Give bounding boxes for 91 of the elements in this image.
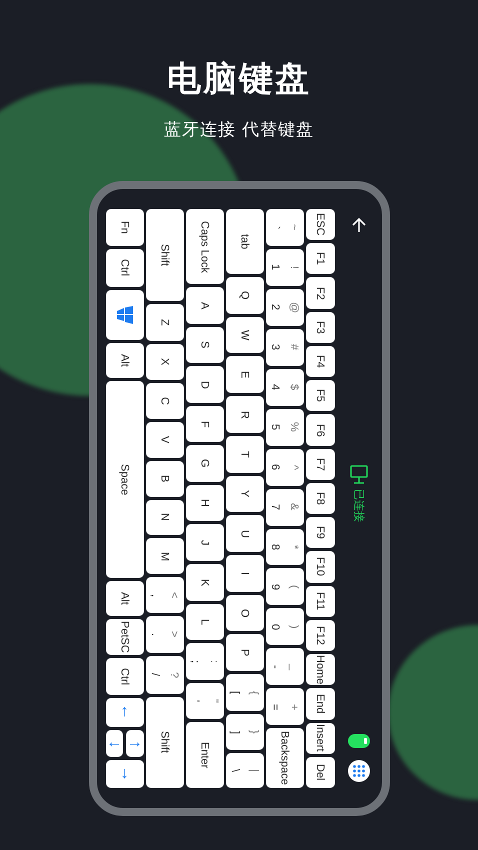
keyboard-key[interactable]: F11 <box>306 586 334 617</box>
keyboard-key[interactable]: K <box>186 564 224 601</box>
keyboard-key[interactable]: F4 <box>306 346 334 378</box>
keyboard-key[interactable]: ? / <box>146 656 184 694</box>
keyboard-key[interactable]: Shift <box>146 696 184 788</box>
keyboard-key[interactable]: Insert <box>306 722 334 754</box>
keyboard-key[interactable]: P <box>226 634 264 672</box>
keyboard-key[interactable]: Enter <box>186 722 224 788</box>
keyboard-key[interactable]: F8 <box>306 482 334 514</box>
keyboard-key[interactable]: F2 <box>306 277 334 309</box>
page-subtitle: 蓝牙连接 代替键盘 <box>164 119 314 141</box>
keyboard-key[interactable]: W <box>226 316 264 354</box>
toggle-switch[interactable] <box>348 734 370 748</box>
arrow-key[interactable]: ↓ <box>106 760 144 788</box>
keyboard-key[interactable]: F1 <box>306 243 334 274</box>
keyboard-key[interactable]: D <box>186 366 224 403</box>
keyboard-key[interactable]: ( 9 <box>266 568 304 606</box>
keyboard-key[interactable]: F10 <box>306 551 334 583</box>
windows-key[interactable] <box>106 290 144 340</box>
keyboard-key[interactable]: ! 1 <box>266 248 304 286</box>
keyboard-key[interactable]: ESC <box>306 209 334 240</box>
keyboard-key[interactable]: End <box>306 688 334 720</box>
keyboard-key[interactable]: < , <box>146 577 184 614</box>
keyboard-key[interactable]: R <box>226 396 264 433</box>
keyboard-key[interactable]: Alt <box>106 342 144 378</box>
keyboard-key[interactable]: } ] <box>226 714 264 750</box>
keyboard-key[interactable]: G <box>186 445 224 482</box>
keyboard-key[interactable]: % 5 <box>266 408 304 446</box>
keyboard-key[interactable]: Caps Lock <box>186 209 224 284</box>
keyboard-key[interactable]: Fn <box>106 209 144 246</box>
arrow-key[interactable]: ↑ <box>106 698 144 727</box>
keyboard-key[interactable]: Ctrl <box>106 249 144 287</box>
page-title: 电脑键盘 <box>167 59 311 100</box>
keyboard-key[interactable]: V <box>146 422 184 458</box>
keyboard-key[interactable]: * 8 <box>266 528 304 566</box>
keyboard-key[interactable]: A <box>186 287 224 324</box>
keyboard-key[interactable]: ) 0 <box>266 608 304 646</box>
keyboard-key[interactable]: Q <box>226 277 264 314</box>
keyboard-key[interactable]: + = <box>266 688 304 726</box>
keyboard-key[interactable]: F5 <box>306 380 334 412</box>
keyboard-key[interactable]: : ; <box>186 643 224 680</box>
keyboard-key[interactable]: F6 <box>306 414 334 446</box>
keyboard-key[interactable]: Home <box>306 654 334 686</box>
keyboard-key[interactable]: tab <box>226 209 264 274</box>
keyboard-key[interactable]: Ctrl <box>106 658 144 696</box>
keyboard-key[interactable]: > . <box>146 616 184 653</box>
monitor-icon <box>350 465 368 485</box>
windows-logo-icon <box>116 306 134 324</box>
arrow-key[interactable]: ← <box>106 730 123 757</box>
keyboard-key[interactable]: PetSC <box>106 618 144 656</box>
keyboard-key[interactable]: O <box>226 594 264 632</box>
keyboard-key[interactable]: F <box>186 406 224 442</box>
keyboard-key[interactable]: Backspace <box>266 728 304 788</box>
menu-button[interactable] <box>348 760 370 782</box>
keyboard-key[interactable]: T <box>226 436 264 473</box>
keyboard-key[interactable]: B <box>146 460 184 496</box>
keyboard-key[interactable]: Z <box>146 304 184 342</box>
keyboard-key[interactable]: E <box>226 356 264 394</box>
keyboard-key[interactable]: N <box>146 500 184 536</box>
keyboard-key[interactable]: Alt <box>106 580 144 616</box>
keyboard-key[interactable]: F7 <box>306 448 334 480</box>
keyboard-key[interactable]: $ 4 <box>266 368 304 406</box>
keyboard-key[interactable]: ~ ` <box>266 209 304 246</box>
keyboard-key[interactable]: @ 2 <box>266 288 304 326</box>
keyboard-key[interactable]: # 3 <box>266 328 304 366</box>
keyboard-key[interactable]: F3 <box>306 312 334 343</box>
keyboard-key[interactable]: F9 <box>306 517 334 548</box>
keyboard-key[interactable]: & 7 <box>266 488 304 526</box>
keyboard-key[interactable]: ^ 6 <box>266 448 304 486</box>
keyboard-key[interactable]: { [ <box>226 674 264 711</box>
keyboard-key[interactable]: H <box>186 484 224 522</box>
keyboard-key[interactable]: " ' <box>186 682 224 720</box>
keyboard-key[interactable]: S <box>186 326 224 364</box>
keyboard-key[interactable]: U <box>226 515 264 552</box>
arrow-key[interactable]: → <box>126 730 144 757</box>
keyboard-key[interactable]: L <box>186 604 224 640</box>
keyboard-key[interactable]: Space <box>106 381 144 578</box>
keyboard-key[interactable]: M <box>146 538 184 574</box>
connection-status: 已连接 <box>352 489 366 522</box>
keyboard-key[interactable]: Del <box>306 756 334 788</box>
keyboard-key[interactable]: J <box>186 524 224 562</box>
keyboard-key[interactable]: | \ <box>226 753 264 788</box>
keyboard-key[interactable]: _ - <box>266 648 304 686</box>
grid-dots-icon <box>353 765 365 777</box>
keyboard-key[interactable]: C <box>146 382 184 419</box>
keyboard-key[interactable]: Y <box>226 476 264 512</box>
back-arrow-icon[interactable] <box>351 217 367 233</box>
keyboard-key[interactable]: F12 <box>306 620 334 652</box>
keyboard-key[interactable]: X <box>146 344 184 380</box>
keyboard-key[interactable]: Shift <box>146 209 184 302</box>
keyboard-key[interactable]: I <box>226 554 264 592</box>
